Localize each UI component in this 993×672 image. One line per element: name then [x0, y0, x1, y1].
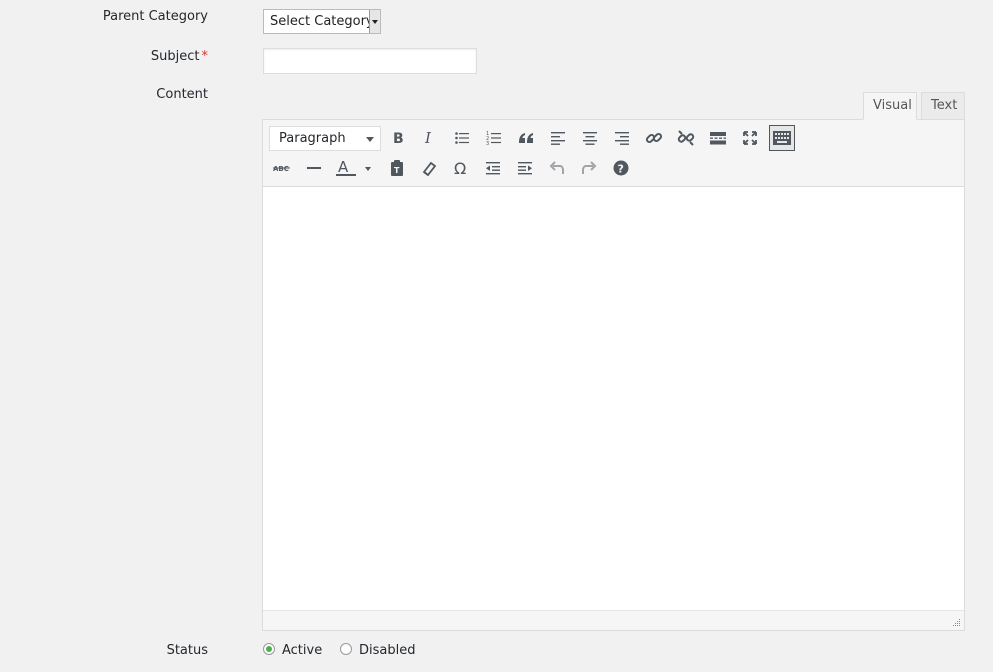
subject-label: Subject *: [151, 49, 208, 64]
paste-as-text-button[interactable]: T: [384, 155, 410, 181]
content-editor: Paragraph B I 123 ABC A T Ω ?: [262, 119, 965, 631]
align-center-icon: [583, 132, 597, 145]
strikethrough-button[interactable]: ABC: [269, 155, 295, 181]
parent-category-select[interactable]: Select Category: [263, 9, 381, 34]
special-character-button[interactable]: Ω: [448, 155, 474, 181]
clipboard-icon: T: [391, 160, 403, 176]
align-right-icon: [615, 132, 629, 145]
bold-icon: B: [393, 131, 404, 146]
unlink-icon: [677, 130, 695, 146]
numbered-list-button[interactable]: 123: [481, 125, 507, 151]
svg-text:B: B: [393, 131, 404, 146]
read-more-icon: [710, 132, 726, 145]
svg-text:I: I: [424, 130, 432, 146]
subject-label-text: Subject: [150, 49, 200, 64]
align-left-icon: [551, 132, 565, 145]
italic-icon: I: [424, 130, 432, 146]
omega-icon: Ω: [454, 160, 466, 176]
bullet-list-button[interactable]: [449, 125, 475, 151]
fullscreen-icon: [743, 131, 757, 145]
tab-visual[interactable]: Visual: [863, 92, 917, 120]
redo-icon: [582, 161, 597, 174]
status-label: Status: [166, 643, 208, 658]
clear-formatting-button[interactable]: [416, 155, 442, 181]
svg-text:ABC: ABC: [273, 165, 289, 173]
strikethrough-icon: ABC: [273, 165, 290, 173]
content-label: Content: [156, 87, 208, 102]
insert-link-button[interactable]: [641, 125, 667, 151]
read-more-button[interactable]: [705, 125, 731, 151]
align-right-button[interactable]: [609, 125, 635, 151]
italic-button[interactable]: I: [417, 125, 443, 151]
chevron-down-icon[interactable]: [369, 10, 380, 33]
numbered-list-icon: 123: [486, 131, 501, 146]
status-active-radio[interactable]: [263, 643, 275, 655]
horizontal-line-button[interactable]: [301, 155, 327, 181]
keyboard-shortcuts-button[interactable]: ?: [608, 155, 634, 181]
align-center-button[interactable]: [577, 125, 603, 151]
link-icon: [645, 132, 663, 144]
undo-icon: [549, 161, 564, 174]
outdent-button[interactable]: [480, 155, 506, 181]
align-left-button[interactable]: [545, 125, 571, 151]
bullet-list-icon: [455, 132, 469, 144]
svg-text:Ω: Ω: [454, 160, 466, 176]
keyboard-icon: [773, 131, 791, 145]
blockquote-icon: [519, 133, 533, 143]
parent-category-value: Select Category: [270, 14, 374, 29]
svg-text:?: ?: [618, 163, 624, 176]
indent-icon: [518, 162, 532, 175]
eraser-icon: [422, 161, 437, 176]
subject-input[interactable]: [263, 48, 477, 74]
text-color-button[interactable]: A: [333, 155, 373, 181]
status-disabled-radio[interactable]: [340, 643, 352, 655]
blockquote-button[interactable]: [513, 125, 539, 151]
status-disabled-label[interactable]: Disabled: [359, 643, 415, 659]
outdent-icon: [486, 162, 500, 175]
indent-button[interactable]: [512, 155, 538, 181]
svg-text:T: T: [394, 166, 400, 175]
svg-text:3: 3: [486, 141, 489, 146]
help-icon: ?: [613, 160, 629, 176]
undo-button[interactable]: [544, 155, 570, 181]
parent-category-label: Parent Category: [102, 9, 208, 24]
text-color-icon: A: [336, 159, 371, 176]
svg-text:A: A: [338, 159, 349, 176]
fullscreen-button[interactable]: [737, 125, 763, 151]
unlink-button[interactable]: [673, 125, 699, 151]
editor-toolbar: Paragraph B I 123 ABC A T Ω ?: [263, 120, 964, 187]
editor-statusbar: [263, 610, 964, 630]
horizontal-line-icon: [307, 167, 321, 169]
redo-button[interactable]: [576, 155, 602, 181]
resize-handle-icon[interactable]: [952, 618, 961, 627]
toolbar-toggle-button[interactable]: [769, 125, 795, 151]
tab-text[interactable]: Text: [921, 92, 965, 120]
status-active-label[interactable]: Active: [282, 643, 322, 659]
format-select[interactable]: Paragraph: [269, 126, 381, 151]
required-mark: *: [201, 49, 209, 64]
bold-button[interactable]: B: [385, 125, 411, 151]
